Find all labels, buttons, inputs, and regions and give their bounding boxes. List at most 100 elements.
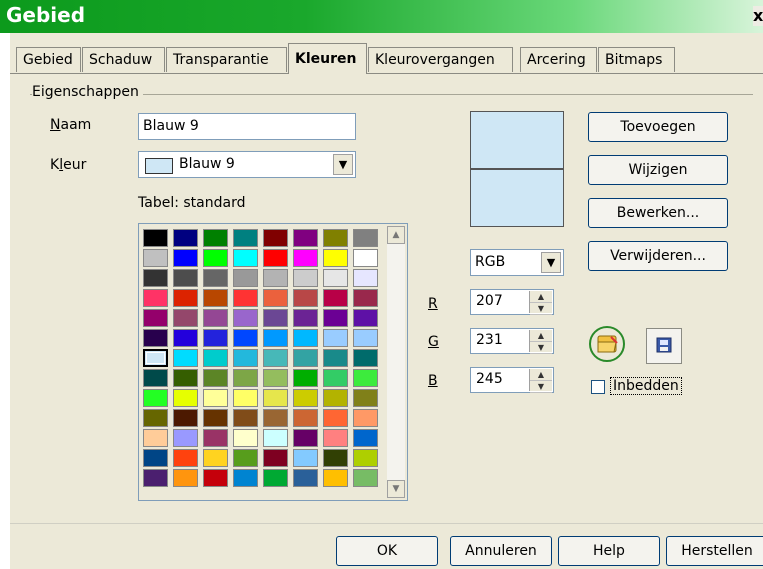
tab-bitmaps[interactable]: Bitmaps	[598, 47, 675, 72]
palette-color-cell[interactable]	[143, 289, 168, 307]
palette-color-cell[interactable]	[293, 329, 318, 347]
scroll-down-icon[interactable]: ▼	[387, 480, 405, 498]
palette-color-cell[interactable]	[353, 449, 378, 467]
modify-button[interactable]: Wijzigen	[588, 155, 728, 185]
palette-color-cell[interactable]	[353, 349, 378, 367]
palette-color-cell[interactable]	[203, 369, 228, 387]
palette-color-cell[interactable]	[353, 289, 378, 307]
palette-color-cell[interactable]	[323, 329, 348, 347]
open-button[interactable]	[589, 326, 625, 362]
palette-color-cell[interactable]	[203, 229, 228, 247]
palette-scrollbar[interactable]: ▲ ▼	[387, 226, 405, 498]
chevron-down-icon[interactable]: ▼	[541, 252, 561, 273]
palette-color-cell[interactable]	[263, 449, 288, 467]
palette-color-cell[interactable]	[263, 469, 288, 487]
green-stepper[interactable]: ▲ ▼	[529, 330, 552, 354]
palette-color-cell[interactable]	[203, 269, 228, 287]
palette-color-cell[interactable]	[233, 349, 258, 367]
palette-color-cell[interactable]	[173, 369, 198, 387]
palette-color-cell[interactable]	[323, 389, 348, 407]
cancel-button[interactable]: Annuleren	[450, 536, 552, 566]
palette-color-cell[interactable]	[293, 349, 318, 367]
palette-color-cell[interactable]	[293, 449, 318, 467]
red-spinbox[interactable]: 207 ▲ ▼	[470, 289, 554, 315]
palette-color-cell[interactable]	[173, 289, 198, 307]
palette-color-cell[interactable]	[173, 229, 198, 247]
palette-color-cell[interactable]	[263, 269, 288, 287]
color-model-select[interactable]: RGB ▼	[470, 249, 564, 276]
palette-color-cell[interactable]	[173, 349, 198, 367]
palette-color-cell[interactable]	[143, 409, 168, 427]
reset-button[interactable]: Herstellen	[666, 536, 763, 566]
palette-color-cell[interactable]	[203, 309, 228, 327]
blue-stepper[interactable]: ▲ ▼	[529, 369, 552, 393]
palette-color-cell[interactable]	[173, 429, 198, 447]
palette-color-cell[interactable]	[293, 249, 318, 267]
palette-color-cell[interactable]	[143, 269, 168, 287]
palette-color-cell[interactable]	[263, 329, 288, 347]
palette-color-cell[interactable]	[173, 249, 198, 267]
palette-color-cell[interactable]	[323, 369, 348, 387]
palette-color-cell[interactable]	[293, 469, 318, 487]
save-button[interactable]	[646, 328, 682, 364]
palette-color-cell[interactable]	[263, 249, 288, 267]
palette-color-cell[interactable]	[323, 449, 348, 467]
palette-color-cell[interactable]	[323, 429, 348, 447]
palette-color-cell[interactable]	[323, 229, 348, 247]
palette-color-cell[interactable]	[143, 309, 168, 327]
palette-color-cell[interactable]	[233, 249, 258, 267]
palette-color-cell[interactable]	[353, 329, 378, 347]
palette-color-cell[interactable]	[293, 229, 318, 247]
palette-color-cell[interactable]	[323, 269, 348, 287]
palette-color-cell[interactable]	[203, 409, 228, 427]
tab-gebied[interactable]: Gebied	[16, 47, 81, 72]
palette-color-cell[interactable]	[263, 409, 288, 427]
palette-color-cell[interactable]	[233, 389, 258, 407]
palette-color-cell[interactable]	[353, 269, 378, 287]
green-spinbox[interactable]: 231 ▲ ▼	[470, 328, 554, 354]
add-button[interactable]: Toevoegen	[588, 112, 728, 142]
palette-color-cell[interactable]	[353, 309, 378, 327]
palette-color-cell[interactable]	[293, 409, 318, 427]
color-select[interactable]: Blauw 9 ▼	[138, 151, 356, 178]
name-input[interactable]: Blauw 9	[138, 113, 356, 140]
palette-color-cell[interactable]	[293, 309, 318, 327]
palette-color-cell[interactable]	[233, 449, 258, 467]
close-icon[interactable]: x	[753, 6, 763, 26]
palette-color-cell[interactable]	[263, 309, 288, 327]
palette-color-cell[interactable]	[203, 449, 228, 467]
palette-color-cell[interactable]	[263, 429, 288, 447]
palette-color-cell[interactable]	[143, 349, 168, 367]
palette-color-cell[interactable]	[173, 309, 198, 327]
palette-color-cell[interactable]	[323, 469, 348, 487]
delete-button[interactable]: Verwijderen...	[588, 241, 728, 271]
tab-kleurovergangen[interactable]: Kleurovergangen	[368, 47, 513, 72]
palette-color-cell[interactable]	[263, 349, 288, 367]
palette-color-cell[interactable]	[233, 309, 258, 327]
palette-color-cell[interactable]	[173, 329, 198, 347]
blue-spinbox[interactable]: 245 ▲ ▼	[470, 367, 554, 393]
palette-color-cell[interactable]	[323, 409, 348, 427]
tab-schaduw[interactable]: Schaduw	[82, 47, 165, 72]
embed-checkbox[interactable]	[591, 380, 605, 394]
red-stepper[interactable]: ▲ ▼	[529, 291, 552, 315]
palette-color-cell[interactable]	[263, 369, 288, 387]
palette-color-cell[interactable]	[323, 249, 348, 267]
palette-color-cell[interactable]	[353, 369, 378, 387]
palette-color-cell[interactable]	[353, 429, 378, 447]
palette-color-cell[interactable]	[143, 329, 168, 347]
edit-button[interactable]: Bewerken...	[588, 198, 728, 228]
palette-color-cell[interactable]	[203, 249, 228, 267]
palette-color-cell[interactable]	[203, 389, 228, 407]
palette-color-cell[interactable]	[203, 349, 228, 367]
palette-color-cell[interactable]	[233, 229, 258, 247]
palette-color-cell[interactable]	[293, 369, 318, 387]
palette-color-cell[interactable]	[203, 289, 228, 307]
palette-color-cell[interactable]	[233, 469, 258, 487]
palette-color-cell[interactable]	[173, 269, 198, 287]
tab-arcering[interactable]: Arcering	[520, 47, 597, 72]
palette-color-cell[interactable]	[143, 429, 168, 447]
palette-color-cell[interactable]	[323, 309, 348, 327]
palette-color-cell[interactable]	[203, 329, 228, 347]
palette-color-cell[interactable]	[263, 289, 288, 307]
